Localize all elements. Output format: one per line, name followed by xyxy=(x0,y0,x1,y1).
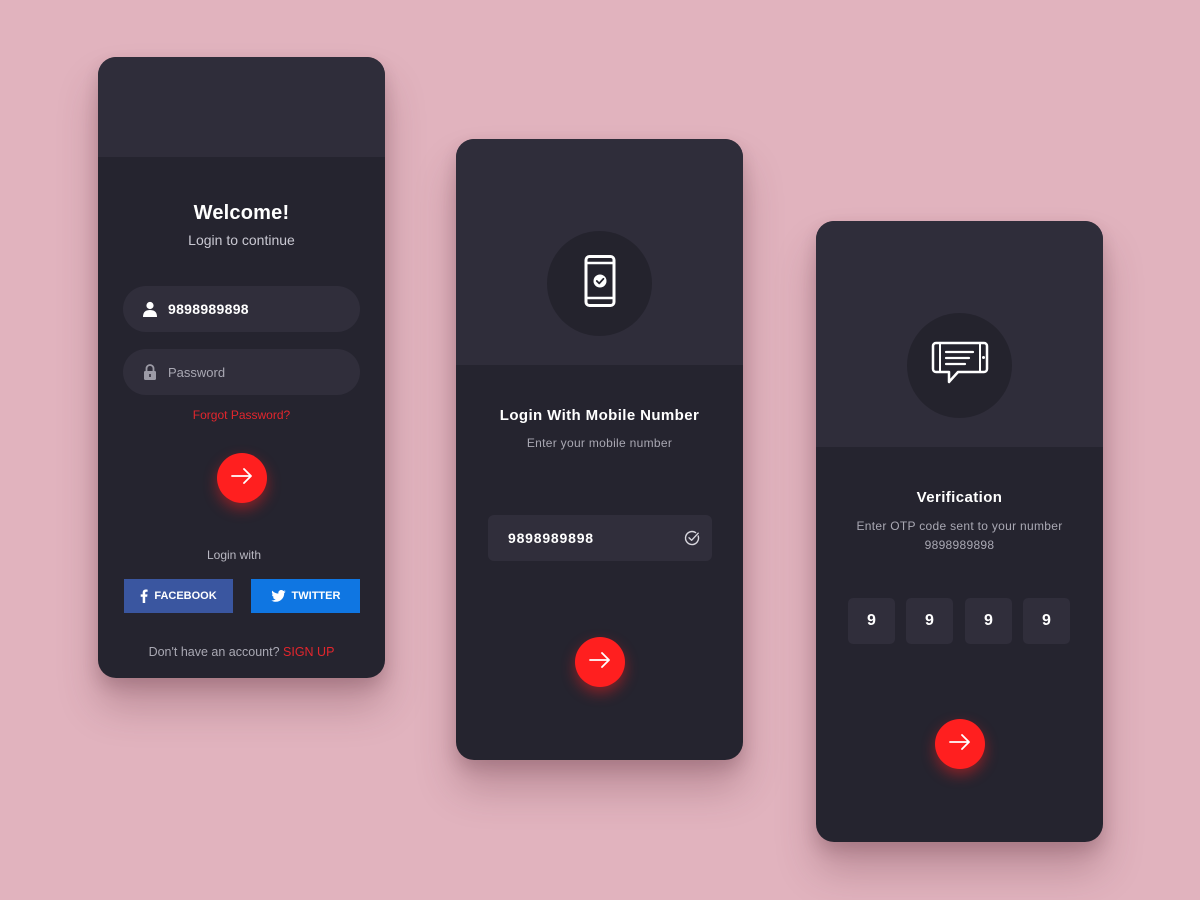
stage: Welcome! Login to continue 9898989898 Fo… xyxy=(0,0,1200,900)
phone-icon-badge xyxy=(547,231,652,336)
password-input[interactable] xyxy=(168,364,338,380)
verify-submit-button[interactable] xyxy=(935,719,985,769)
welcome-title: Welcome! xyxy=(193,202,290,224)
twitter-label: TWITTER xyxy=(291,590,341,602)
otp-digit-1[interactable]: 9 xyxy=(848,598,895,644)
mobile-login-subtitle: Enter your mobile number xyxy=(526,436,673,450)
user-icon xyxy=(142,301,158,317)
login-with-label: Login with xyxy=(206,548,262,562)
otp-digit-3[interactable]: 9 xyxy=(965,598,1012,644)
signup-row: Don't have an account? SIGN UP xyxy=(98,645,385,659)
otp-digit-2[interactable]: 9 xyxy=(906,598,953,644)
login-card-header xyxy=(98,57,385,157)
verification-card: Verification Enter OTP code sent to your… xyxy=(816,221,1103,842)
arrow-right-icon xyxy=(949,733,971,755)
facebook-icon xyxy=(140,589,148,603)
forgot-password-row: Forgot Password? xyxy=(98,406,385,424)
mobile-login-card: Login With Mobile Number Enter your mobi… xyxy=(456,139,743,760)
lock-icon xyxy=(142,364,158,380)
otp-digit-4[interactable]: 9 xyxy=(1023,598,1070,644)
no-account-text: Don't have an account? xyxy=(148,645,280,659)
password-field[interactable] xyxy=(123,349,360,395)
login-subtitle: Login to continue xyxy=(188,232,295,248)
twitter-button[interactable]: TWITTER xyxy=(251,579,360,613)
mobile-submit-button[interactable] xyxy=(575,637,625,687)
facebook-label: FACEBOOK xyxy=(154,590,217,602)
verification-subtitle: Enter OTP code sent to your number xyxy=(856,519,1063,533)
login-card: Welcome! Login to continue 9898989898 Fo… xyxy=(98,57,385,678)
mobile-number-value: 9898989898 xyxy=(508,530,594,546)
verification-phone-number: 9898989898 xyxy=(924,538,995,552)
username-field[interactable]: 9898989898 xyxy=(123,286,360,332)
check-circle-icon xyxy=(684,530,700,546)
twitter-icon xyxy=(270,590,286,602)
forgot-password-link[interactable]: Forgot Password? xyxy=(193,408,290,422)
login-submit-button[interactable] xyxy=(217,453,267,503)
mobile-login-title: Login With Mobile Number xyxy=(499,407,700,424)
mobile-number-field[interactable]: 9898989898 xyxy=(488,515,712,561)
arrow-right-icon xyxy=(231,467,253,489)
message-icon xyxy=(931,341,989,390)
message-icon-badge xyxy=(907,313,1012,418)
arrow-right-icon xyxy=(589,651,611,673)
verification-title: Verification xyxy=(916,489,1003,506)
username-value: 9898989898 xyxy=(168,301,249,317)
facebook-button[interactable]: FACEBOOK xyxy=(124,579,233,613)
phone-check-icon xyxy=(584,255,616,312)
signup-link[interactable]: SIGN UP xyxy=(283,645,334,659)
